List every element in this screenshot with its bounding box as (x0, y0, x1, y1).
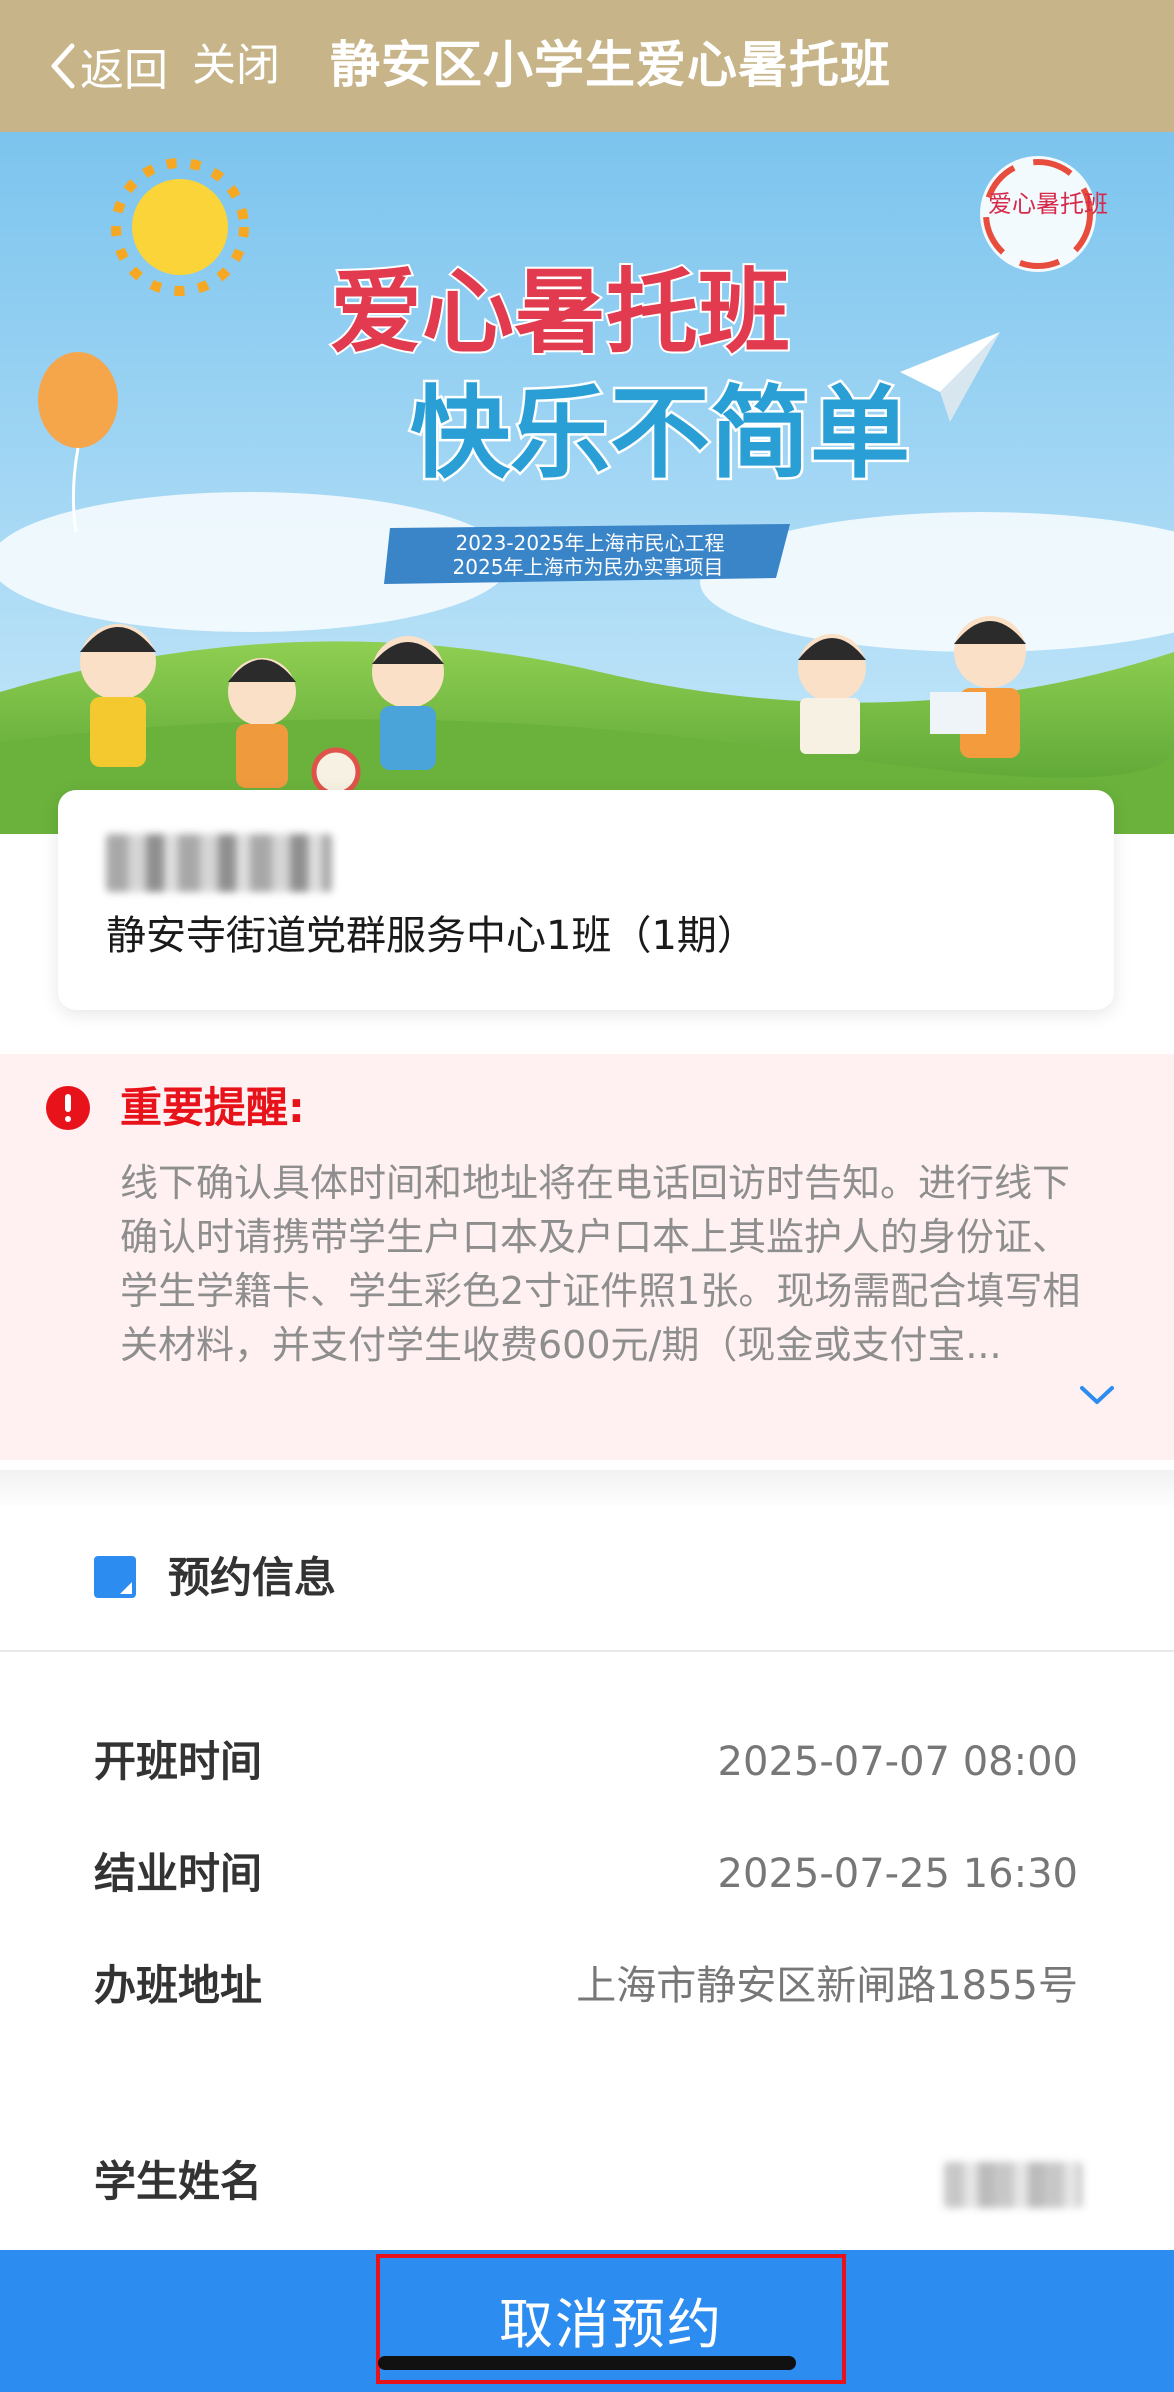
class-info-card: 静安寺街道党群服务中心1班（1期） (58, 790, 1114, 1010)
nav-header: 返回 关闭 静安区小学生爱心暑托班 (0, 0, 1174, 132)
back-label: 返回 (80, 45, 168, 96)
banner-headline-2: 快乐不简单 (410, 375, 910, 492)
section-title: 预约信息 (168, 1553, 337, 1602)
start-time-label: 开班时间 (94, 1737, 263, 1786)
redacted-name (106, 834, 332, 892)
note-icon (94, 1556, 136, 1598)
reminder-title: 重要提醒: (120, 1083, 305, 1132)
page-title: 静安区小学生爱心暑托班 (330, 36, 891, 94)
back-button[interactable]: 返回 (48, 34, 168, 98)
student-name-label: 学生姓名 (94, 2157, 263, 2206)
bottom-action-bar: 取消预约 (0, 2250, 1174, 2392)
appointment-section-header: 预约信息 (0, 1506, 1174, 1652)
address-value: 上海市静安区新闸路1855号 (576, 1963, 1078, 2009)
banner-headline-1: 爱心暑托班 (330, 259, 790, 366)
end-time-label: 结业时间 (94, 1849, 263, 1898)
start-time-value: 2025-07-07 08:00 (717, 1739, 1078, 1785)
banner-ribbon-line-2: 2025年上海市为民办实事项目 (453, 555, 724, 579)
banner-ribbon-line-1: 2023-2025年上海市民心工程 (455, 531, 724, 555)
exclamation-circle-icon (46, 1086, 90, 1130)
chevron-down-icon[interactable] (1078, 1384, 1116, 1408)
address-label: 办班地址 (94, 1961, 263, 2010)
important-reminder: 重要提醒: 线下确认具体时间和地址将在电话回访时告知。进行线下确认时请携带学生户… (0, 1054, 1174, 1460)
end-time-value: 2025-07-25 16:30 (717, 1851, 1078, 1897)
class-name: 静安寺街道党群服务中心1班（1期） (106, 913, 757, 959)
logo-text: 爱心暑托班 (988, 190, 1108, 218)
home-indicator (378, 2356, 796, 2370)
section-divider (0, 1470, 1174, 1510)
close-button[interactable]: 关闭 (192, 34, 280, 98)
redacted-student-name (944, 2162, 1082, 2208)
chevron-left-icon (51, 43, 75, 89)
reminder-text: 线下确认具体时间和地址将在电话回访时告知。进行线下确认时请携带学生户口本及户口本… (120, 1161, 1081, 1367)
hero-banner: 爱心暑托班 爱心暑托班 快乐不简单 2023-2025年上海市民心工程 2025… (0, 132, 1174, 834)
